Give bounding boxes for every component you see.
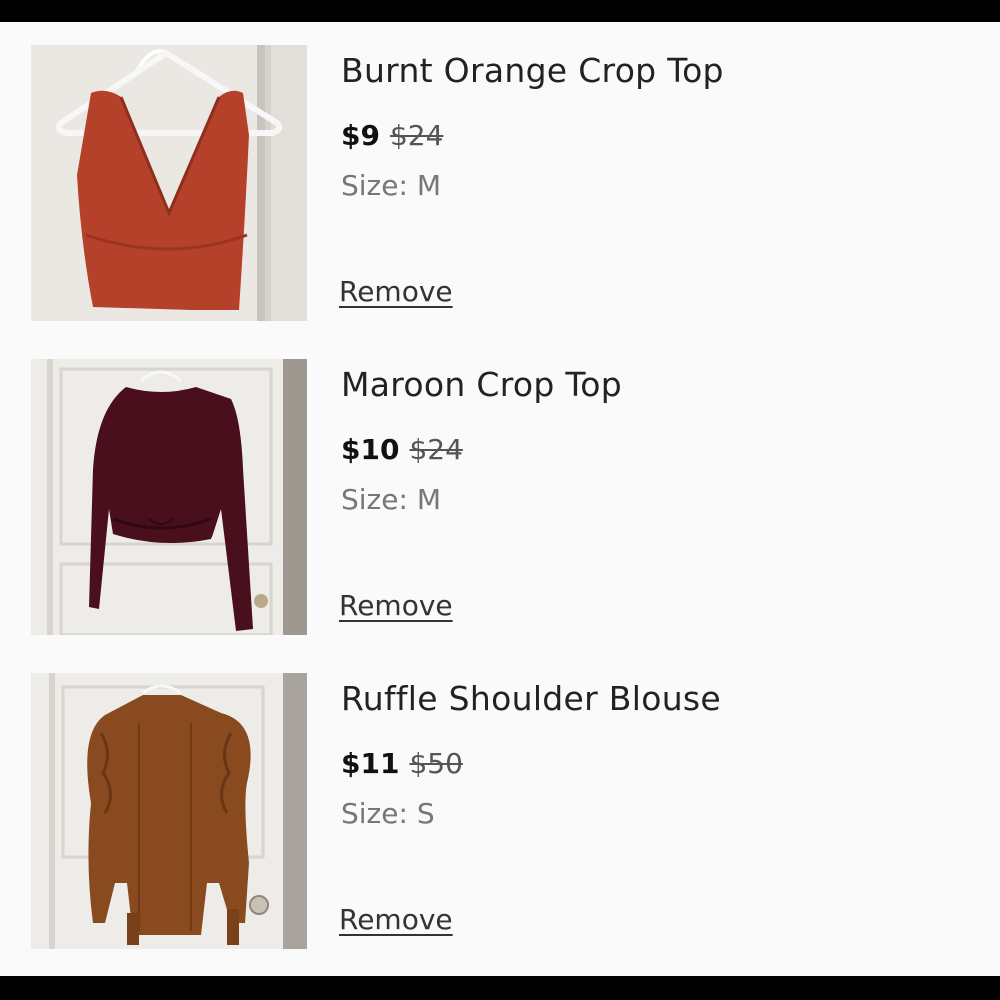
- original-price: $24: [409, 433, 463, 466]
- size-label: Size:: [341, 797, 408, 830]
- product-title[interactable]: Ruffle Shoulder Blouse: [341, 679, 721, 718]
- remove-link[interactable]: Remove: [339, 275, 453, 308]
- cart-screen: Burnt Orange Crop Top $9 $24 Size: M Remo…: [0, 22, 1000, 976]
- size-row: Size: M: [341, 483, 441, 516]
- cart-item-list: Burnt Orange Crop Top $9 $24 Size: M Remo…: [0, 22, 1000, 976]
- size-value: M: [416, 169, 441, 202]
- remove-link[interactable]: Remove: [339, 589, 453, 622]
- size-value: S: [416, 797, 435, 830]
- size-label: Size:: [341, 483, 408, 516]
- maroon-crop-top-photo: [31, 359, 307, 635]
- original-price: $50: [409, 747, 463, 780]
- burnt-orange-crop-top-photo: [31, 45, 307, 321]
- product-image[interactable]: [31, 45, 307, 321]
- product-image[interactable]: [31, 359, 307, 635]
- size-row: Size: M: [341, 169, 441, 202]
- original-price: $24: [389, 119, 444, 152]
- sale-price: $11: [341, 747, 400, 780]
- product-title[interactable]: Burnt Orange Crop Top: [341, 51, 724, 90]
- price-row: $11 $50: [341, 747, 463, 780]
- size-label: Size:: [341, 169, 408, 202]
- product-image[interactable]: [31, 673, 307, 949]
- cart-item: Maroon Crop Top $10 $24 Size: M Remove: [0, 359, 1000, 635]
- sale-price: $9: [341, 119, 380, 152]
- sale-price: $10: [341, 433, 400, 466]
- remove-link[interactable]: Remove: [339, 903, 453, 936]
- cart-item: Burnt Orange Crop Top $9 $24 Size: M Remo…: [0, 45, 1000, 321]
- ruffle-shoulder-blouse-photo: [31, 673, 307, 949]
- price-row: $9 $24: [341, 119, 443, 152]
- size-value: M: [416, 483, 441, 516]
- cart-item: Ruffle Shoulder Blouse $11 $50 Size: S Re…: [0, 673, 1000, 949]
- size-row: Size: S: [341, 797, 435, 830]
- price-row: $10 $24: [341, 433, 463, 466]
- product-title[interactable]: Maroon Crop Top: [341, 365, 622, 404]
